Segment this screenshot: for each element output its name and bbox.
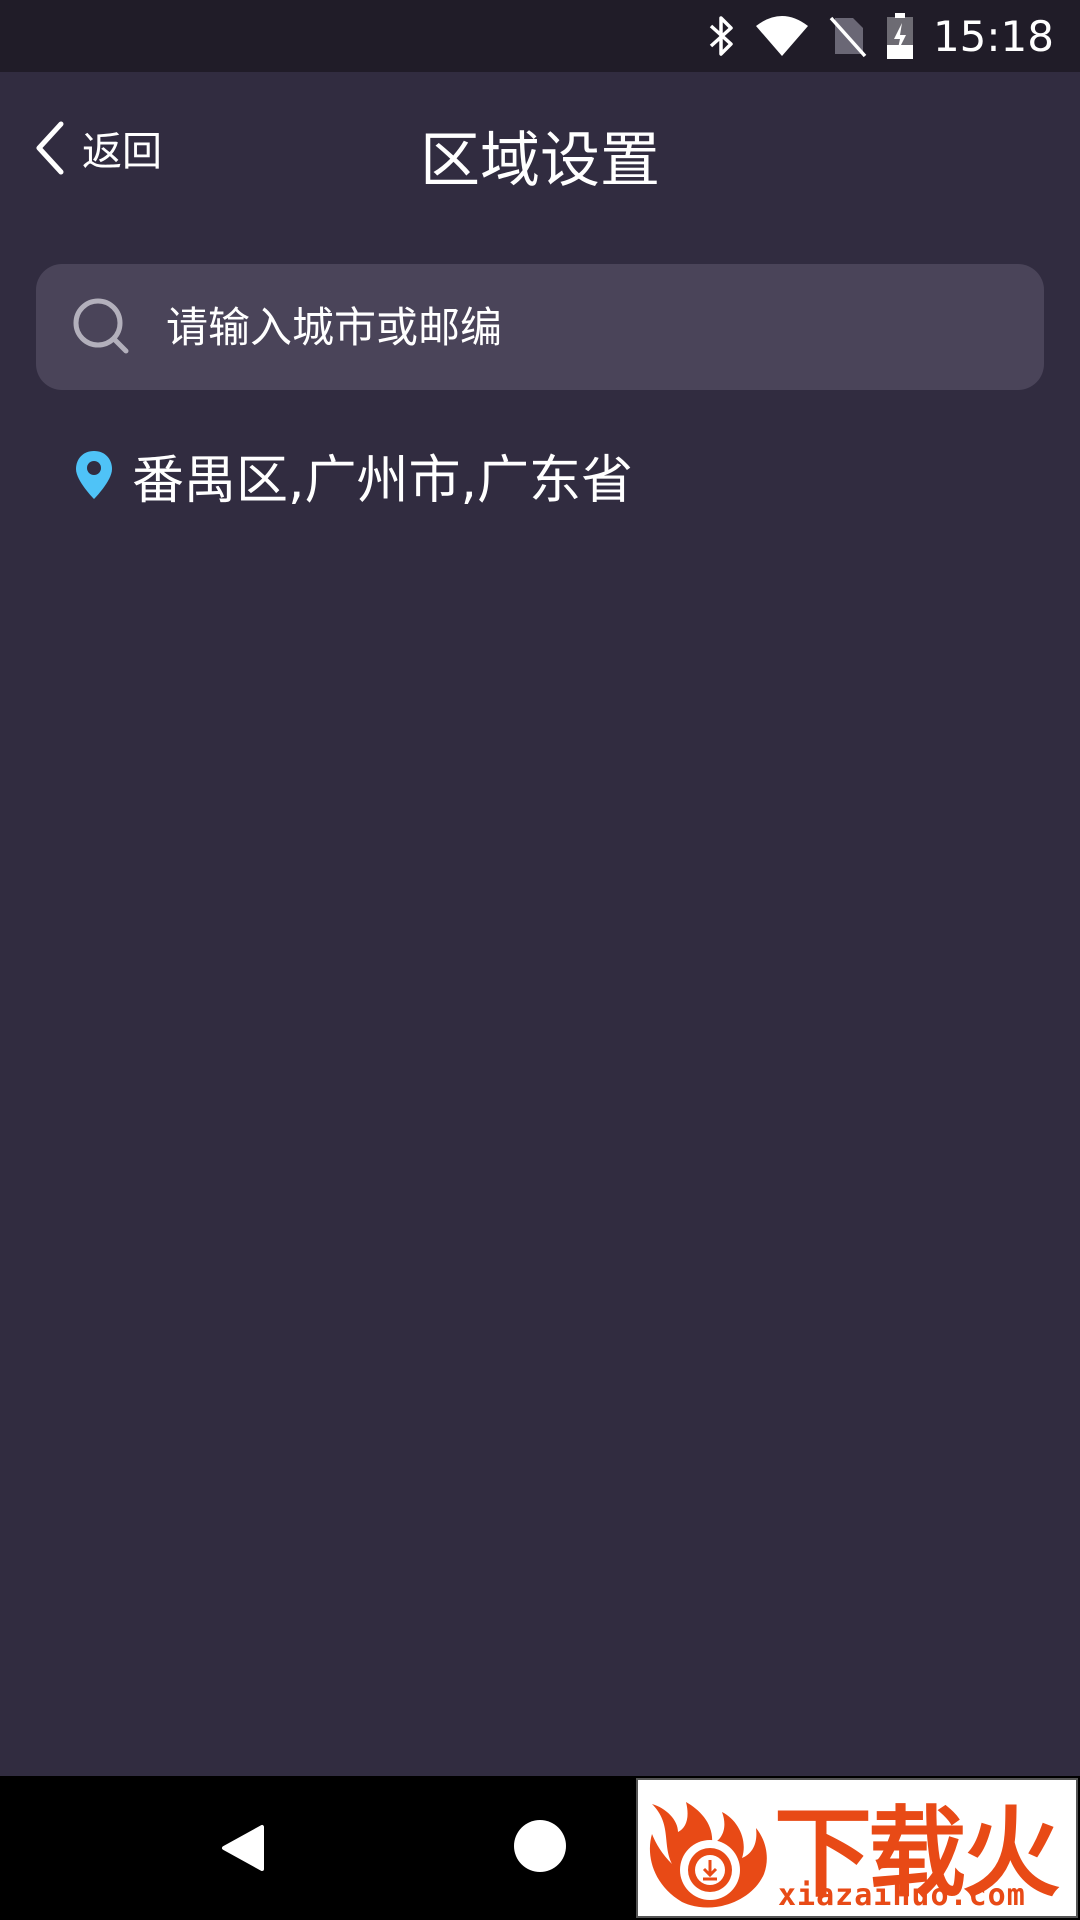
current-location-text: 番禺区,广州市,广东省 <box>132 450 634 511</box>
status-bar: 15:18 <box>0 0 1080 72</box>
search-input[interactable] <box>164 286 1044 368</box>
search-icon <box>72 297 132 357</box>
nav-home-icon[interactable] <box>514 1820 566 1872</box>
current-location-item[interactable]: 番禺区,广州市,广东省 <box>72 440 634 511</box>
header: 返回 区域设置 <box>0 72 1080 228</box>
search-box[interactable] <box>36 264 1044 390</box>
status-time: 15:18 <box>932 11 1054 61</box>
battery-charging-icon <box>885 0 915 72</box>
location-pin-icon <box>72 447 116 503</box>
status-icons: 15:18 <box>707 0 1080 72</box>
wifi-icon <box>755 0 809 72</box>
flame-logo-icon <box>649 1802 767 1908</box>
watermark-logo: 下载火 xiazaihuo.com <box>636 1778 1078 1918</box>
page-title: 区域设置 <box>420 126 660 196</box>
no-sim-icon <box>827 0 867 72</box>
bluetooth-icon <box>707 0 737 72</box>
nav-back-icon[interactable] <box>212 1818 272 1878</box>
watermark-url: xiazaihuo.com <box>778 1878 1026 1913</box>
